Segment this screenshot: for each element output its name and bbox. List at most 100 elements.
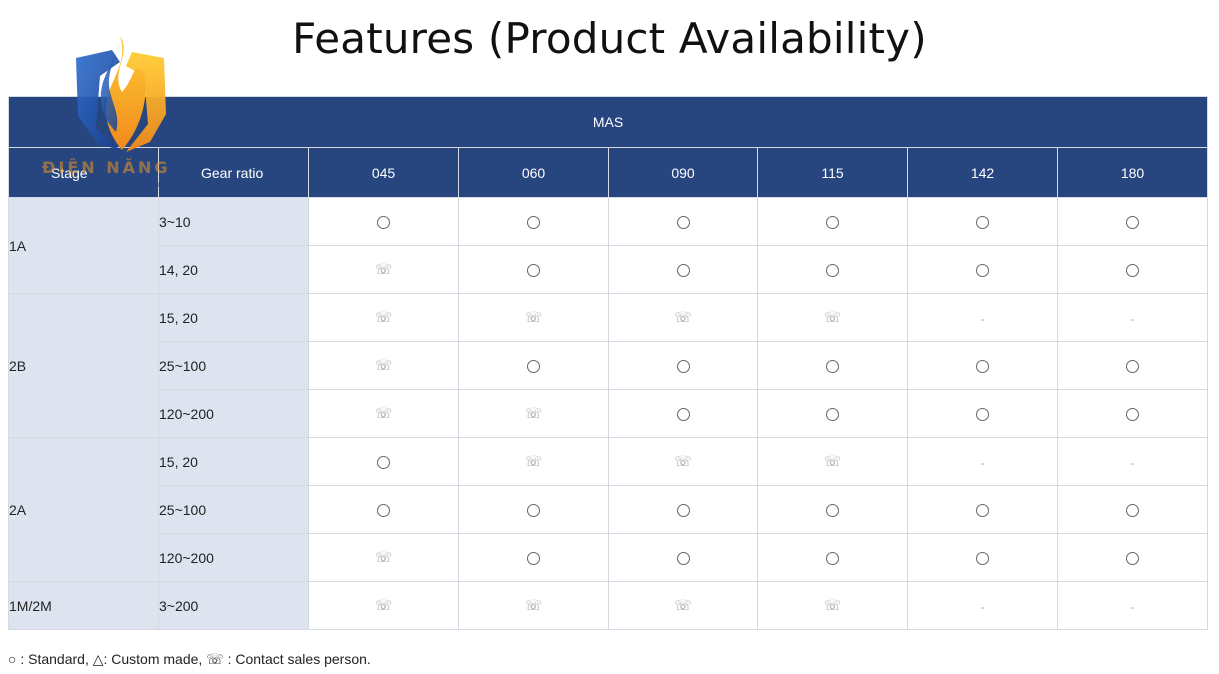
standard-circle-icon: [527, 360, 540, 374]
standard-circle-icon: [826, 216, 839, 230]
standard-circle-icon: [826, 552, 839, 566]
availability-cell: [1056, 341, 1209, 390]
stage-cell: 1A: [8, 197, 159, 294]
availability-cell: ☏: [757, 581, 908, 630]
standard-circle-icon: [527, 216, 540, 230]
availability-cell: ☏: [458, 389, 609, 438]
size-header-180: 180: [1056, 147, 1209, 198]
standard-circle-icon: [976, 360, 989, 374]
table-row: 25~100: [9, 485, 1209, 534]
availability-cell: ☏: [308, 389, 459, 438]
size-header-142: 142: [907, 147, 1058, 198]
availability-cell: [458, 485, 609, 534]
availability-cell: [608, 389, 758, 438]
stage-header: Stage: [8, 147, 159, 198]
page-title: Features (Product Availability): [292, 14, 927, 63]
availability-cell: ☏: [458, 581, 609, 630]
availability-cell: [608, 341, 758, 390]
availability-cell: [1056, 485, 1209, 534]
unavailable-dash: -: [980, 455, 985, 470]
standard-circle-icon: [826, 360, 839, 374]
availability-cell: ☏: [458, 293, 609, 342]
availability-cell: ☏: [458, 437, 609, 486]
contact-phone-icon: ☏: [374, 549, 393, 565]
gear-ratio-cell: 15, 20: [158, 293, 309, 342]
availability-cell: [907, 485, 1058, 534]
availability-cell: ☏: [608, 437, 758, 486]
availability-cell: -: [1056, 293, 1209, 342]
availability-cell: [1056, 533, 1209, 582]
table-row: 1A 3~10: [8, 197, 1209, 294]
availability-cell: -: [907, 581, 1058, 630]
availability-cell: -: [1056, 581, 1209, 630]
size-header-090: 090: [608, 147, 758, 198]
availability-cell: ☏: [308, 533, 459, 582]
availability-cell: [608, 533, 758, 582]
standard-circle-icon: [676, 264, 690, 278]
table-row: 2A 15, 20 ☏ ☏ ☏ - -: [8, 437, 1209, 582]
table-row: 120~200 ☏ ☏: [9, 389, 1209, 438]
standard-circle-icon: [826, 408, 839, 422]
availability-cell: ☏: [308, 341, 459, 390]
contact-phone-icon: ☏: [524, 405, 543, 421]
standard-circle-icon: [976, 504, 989, 518]
availability-cell: [757, 533, 908, 582]
unavailable-dash: -: [1130, 455, 1135, 470]
size-header-060: 060: [458, 147, 609, 198]
legend-note: ○ : Standard, △: Custom made, ☏ : Contac…: [8, 651, 371, 667]
availability-cell: [757, 389, 908, 438]
availability-cell: ☏: [608, 581, 758, 630]
availability-cell: [458, 197, 609, 246]
standard-circle-icon: [1126, 264, 1140, 278]
availability-cell: [907, 197, 1058, 246]
standard-circle-icon: [976, 408, 989, 422]
availability-cell: ☏: [308, 581, 459, 630]
standard-circle-icon: [377, 504, 390, 518]
availability-cell: [308, 485, 459, 534]
availability-cell: [907, 533, 1058, 582]
contact-phone-icon: ☏: [524, 597, 543, 613]
unavailable-dash: -: [1130, 599, 1135, 614]
gear-ratio-cell: 14, 20: [158, 245, 309, 294]
stage-cell: 1M/2M: [8, 581, 159, 630]
contact-phone-icon: ☏: [823, 453, 842, 469]
standard-circle-icon: [676, 552, 690, 566]
contact-phone-icon: ☏: [524, 309, 543, 325]
contact-phone-icon: ☏: [374, 597, 393, 613]
gear-ratio-header: Gear ratio: [158, 147, 309, 198]
standard-circle-icon: [1126, 504, 1140, 518]
contact-phone-icon: ☏: [674, 597, 692, 613]
standard-circle-icon: [1126, 552, 1140, 566]
availability-cell: -: [1056, 437, 1209, 486]
gear-ratio-cell: 25~100: [158, 485, 309, 534]
availability-cell: [308, 437, 459, 486]
availability-cell: [458, 533, 609, 582]
contact-phone-icon: ☏: [524, 453, 543, 469]
availability-cell: [608, 197, 758, 246]
standard-circle-icon: [826, 504, 839, 518]
unavailable-dash: -: [980, 599, 985, 614]
size-header-045: 045: [308, 147, 459, 198]
table-row: 2B 15, 20 ☏ ☏ ☏ ☏ - -: [8, 293, 1209, 438]
table-row: 14, 20 ☏: [9, 245, 1209, 294]
standard-circle-icon: [976, 264, 989, 278]
standard-circle-icon: [527, 264, 540, 278]
availability-cell: [907, 341, 1058, 390]
availability-cell: [757, 485, 908, 534]
availability-cell: [757, 197, 908, 246]
contact-phone-icon: ☏: [374, 357, 393, 373]
gear-ratio-cell: 15, 20: [158, 437, 309, 486]
standard-circle-icon: [1126, 408, 1140, 422]
contact-phone-icon: ☏: [823, 309, 842, 325]
gear-ratio-cell: 120~200: [158, 389, 309, 438]
gear-ratio-cell: 3~10: [158, 197, 309, 246]
availability-cell: [458, 341, 609, 390]
unavailable-dash: -: [1130, 311, 1135, 326]
standard-circle-icon: [676, 360, 690, 374]
standard-circle-icon: [676, 216, 690, 230]
table-row: 120~200 ☏: [9, 533, 1209, 582]
series-header: MAS: [7, 96, 1209, 148]
size-header-115: 115: [757, 147, 908, 198]
availability-cell: [608, 245, 758, 294]
availability-cell: [458, 245, 609, 294]
